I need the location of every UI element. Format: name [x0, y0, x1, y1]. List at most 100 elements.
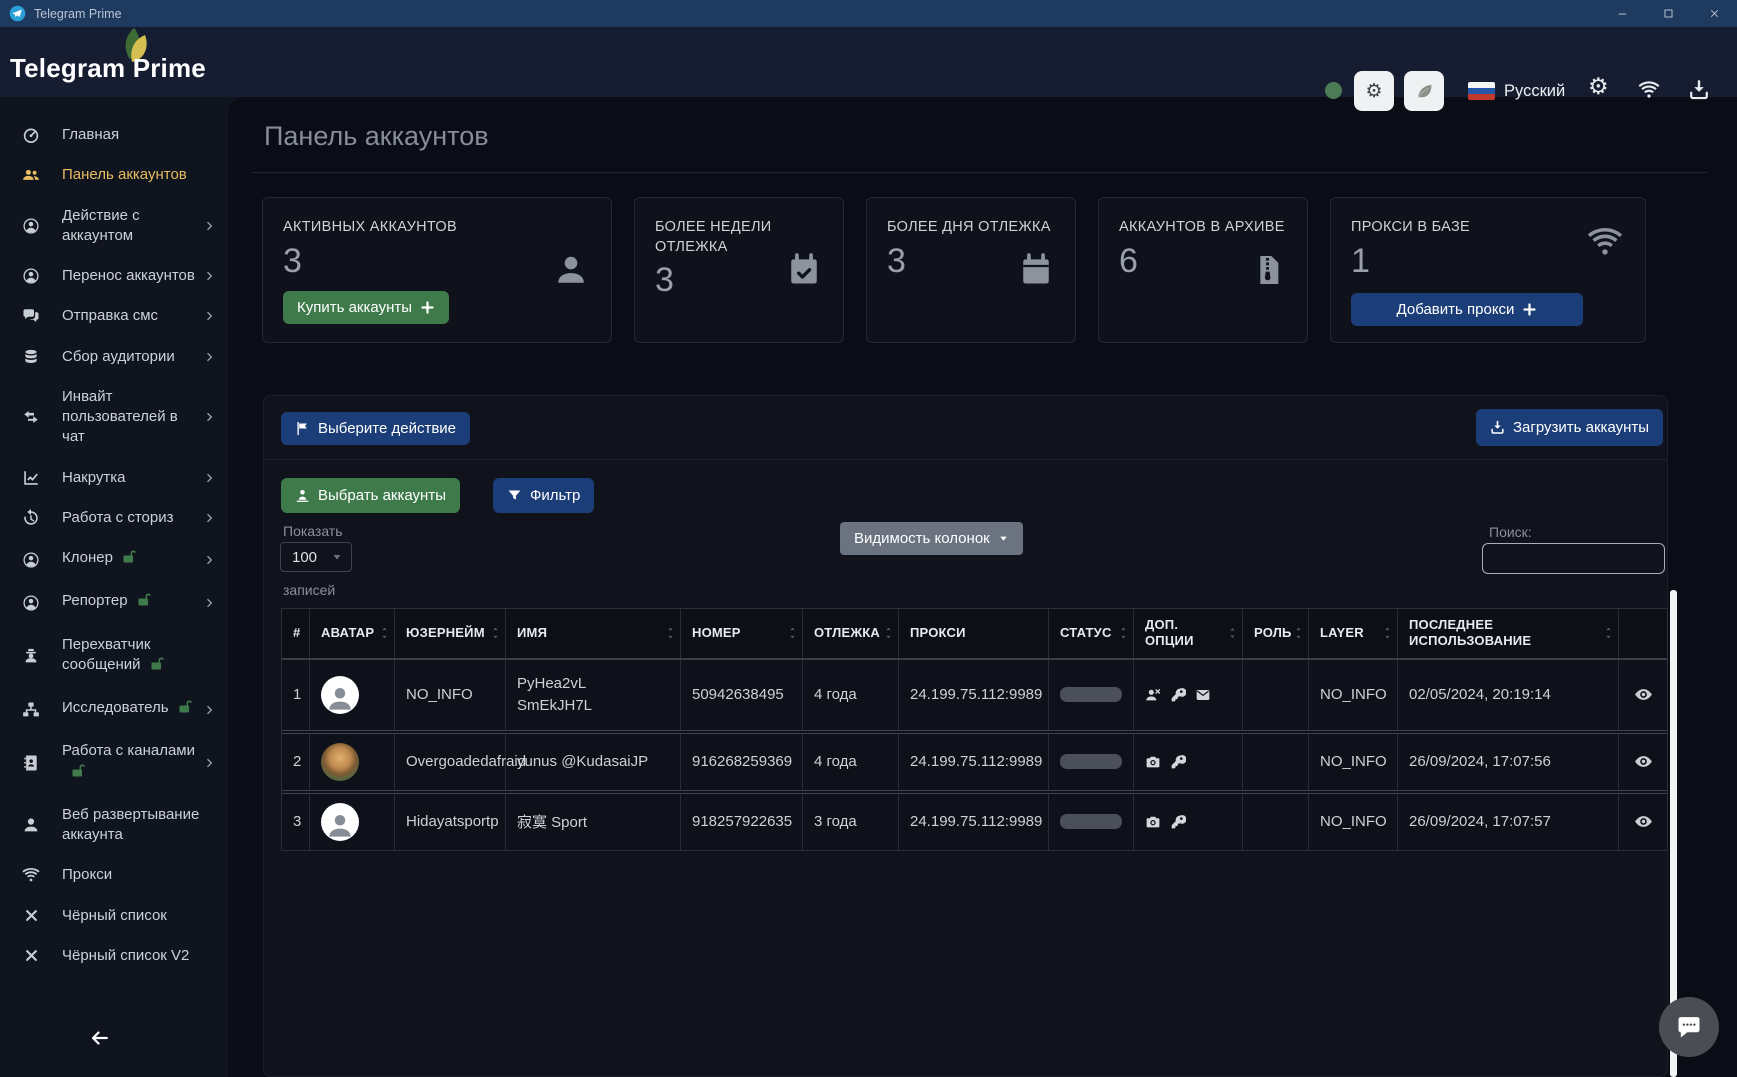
sidebar-item-label: Перехватчик сообщений — [62, 636, 150, 673]
col-header-proxy[interactable]: ПРОКСИ — [899, 609, 1049, 658]
russia-flag-icon — [1468, 82, 1495, 100]
row-role — [1243, 794, 1309, 850]
page-size-select[interactable]: 100 — [280, 542, 352, 572]
row-name: 寂寞 Sport — [506, 794, 681, 850]
sidebar-item-stories[interactable]: Работа с сториз — [0, 498, 228, 538]
sitemap-icon — [0, 701, 62, 719]
col-header-phone[interactable]: НОМЕР — [681, 609, 803, 658]
close-button[interactable] — [1691, 0, 1737, 27]
sidebar-item-label: Накрутка — [62, 468, 126, 488]
theme-toggle-button[interactable]: ⚙ — [1354, 71, 1394, 111]
select-user-icon — [295, 488, 310, 503]
row-username: Hidayatsportp — [395, 794, 506, 850]
row-username: NO_INFO — [395, 660, 506, 730]
table-row[interactable]: 3 Hidayatsportp 寂寞 Sport 918257922635 3 … — [282, 790, 1667, 850]
row-view — [1619, 660, 1667, 730]
sidebar-item-account-transfer[interactable]: Перенос аккаунтов — [0, 256, 228, 296]
sidebar-collapse-button[interactable] — [88, 1027, 110, 1049]
row-proxy: 24.199.75.112:9989 — [899, 794, 1049, 850]
sidebar-item-proxy[interactable]: Прокси — [0, 855, 228, 895]
settings-button[interactable]: ⚙ — [1588, 76, 1609, 99]
sidebar-item-message-interceptor[interactable]: Перехватчик сообщений — [0, 625, 228, 689]
sidebar-item-audience-collect[interactable]: Сбор аудитории — [0, 337, 228, 377]
sidebar-item-label: Репортер — [62, 592, 128, 609]
sidebar-item-researcher[interactable]: Исследователь — [0, 688, 228, 731]
sidebar-item-label: Исследователь — [62, 699, 169, 716]
logo-text: Telegram Prime — [10, 53, 206, 84]
user-icon — [0, 816, 62, 834]
envelope-icon[interactable] — [1195, 687, 1211, 703]
column-visibility-button[interactable]: Видимость колонок — [840, 522, 1023, 555]
user-circle-icon — [0, 267, 62, 285]
col-header-role[interactable]: РОЛЬ — [1243, 609, 1309, 658]
col-header-avatar[interactable]: АВАТАР — [310, 609, 395, 658]
sidebar-item-blacklist[interactable]: Чёрный список — [0, 896, 228, 936]
filter-button[interactable]: Фильтр — [493, 478, 594, 513]
telegram-app-icon — [9, 5, 26, 22]
sidebar-item-label: Прокси — [62, 865, 112, 885]
col-header-username[interactable]: ЮЗЕРНЕЙМ — [395, 609, 506, 658]
key-icon[interactable] — [1170, 754, 1186, 770]
proxy-status-button[interactable] — [1638, 79, 1660, 101]
calendar-icon — [1019, 253, 1053, 287]
key-icon[interactable] — [1170, 687, 1186, 703]
wifi-icon — [1638, 79, 1660, 101]
language-selector[interactable]: Русский — [1468, 71, 1565, 111]
col-header-name[interactable]: ИМЯ — [506, 609, 681, 658]
sidebar-item-label: Работа с сториз — [62, 508, 173, 528]
search-label: Поиск: — [1489, 524, 1532, 540]
key-icon[interactable] — [1170, 814, 1186, 830]
sidebar-item-blacklist-v2[interactable]: Чёрный список V2 — [0, 936, 228, 976]
sidebar-item-send-sms[interactable]: Отправка смс — [0, 296, 228, 336]
table-row[interactable]: 1 NO_INFO PyHea2vL SmEkJH7L 50942638495 … — [282, 660, 1667, 730]
search-input[interactable] — [1482, 543, 1665, 574]
sidebar-item-home[interactable]: Главная — [0, 115, 228, 155]
sidebar-item-account-action[interactable]: Действие с аккаунтом — [0, 196, 228, 257]
eye-icon[interactable] — [1634, 812, 1653, 831]
maximize-button[interactable] — [1645, 0, 1691, 27]
minimize-button[interactable] — [1599, 0, 1645, 27]
sort-icons — [788, 626, 797, 641]
stat-label: АКТИВНЫХ АККАУНТОВ — [283, 218, 543, 238]
eye-icon[interactable] — [1634, 752, 1653, 771]
sidebar-item-channels[interactable]: Работа с каналами — [0, 731, 228, 795]
row-phone: 918257922635 — [681, 794, 803, 850]
col-header-layer[interactable]: LAYER — [1309, 609, 1398, 658]
users-icon — [0, 166, 62, 184]
row-view — [1619, 794, 1667, 850]
sidebar-item-boosting[interactable]: Накрутка — [0, 458, 228, 498]
avatar — [321, 803, 359, 841]
user-x-icon[interactable] — [1145, 687, 1161, 703]
row-age: 3 года — [803, 794, 899, 850]
select-accounts-button[interactable]: Выбрать аккаунты — [281, 478, 460, 513]
stat-card-active-accounts: АКТИВНЫХ АККАУНТОВ 3 Купить аккаунты — [262, 197, 612, 343]
unlock-icon — [136, 591, 153, 614]
sidebar-item-web-deploy[interactable]: Веб развертывание аккаунта — [0, 795, 228, 856]
stat-label: БОЛЕЕ ДНЯ ОТЛЕЖКА — [887, 218, 1055, 238]
choose-action-label: Выберите действие — [318, 420, 456, 437]
camera-icon[interactable] — [1145, 814, 1161, 830]
sidebar-item-reporter[interactable]: Репортер — [0, 581, 228, 624]
sidebar-item-invite-users[interactable]: Инвайт пользователей в чат — [0, 377, 228, 458]
buy-accounts-button[interactable]: Купить аккаунты — [283, 291, 449, 324]
download-button[interactable] — [1688, 79, 1710, 101]
camera-icon[interactable] — [1145, 754, 1161, 770]
sort-icons — [491, 626, 500, 641]
wifi-icon — [1587, 224, 1623, 260]
sidebar-item-label: Отправка смс — [62, 306, 158, 326]
choose-action-button[interactable]: Выберите действие — [281, 412, 470, 445]
col-header-last-used[interactable]: ПОСЛЕДНЕЕ ИСПОЛЬЗОВАНИЕ — [1398, 609, 1619, 658]
table-row[interactable]: 2 Overgoadedafraid yunus @KudasaiJP 9162… — [282, 730, 1667, 790]
eco-mode-button[interactable] — [1404, 71, 1444, 111]
col-header-age[interactable]: ОТЛЕЖКА — [803, 609, 899, 658]
sidebar-item-cloner[interactable]: Клонер — [0, 538, 228, 581]
col-header-status[interactable]: СТАТУС — [1049, 609, 1134, 658]
sidebar-item-label: Чёрный список V2 — [62, 946, 189, 966]
col-header-options[interactable]: ДОП. ОПЦИИ — [1134, 609, 1243, 658]
sidebar-item-accounts-panel[interactable]: Панель аккаунтов — [0, 155, 228, 195]
sort-icons — [884, 626, 893, 641]
add-proxy-button[interactable]: Добавить прокси — [1351, 293, 1583, 326]
eye-icon[interactable] — [1634, 685, 1653, 704]
upload-accounts-button[interactable]: Загрузить аккаунты — [1476, 409, 1663, 446]
support-chat-button[interactable] — [1659, 997, 1719, 1057]
